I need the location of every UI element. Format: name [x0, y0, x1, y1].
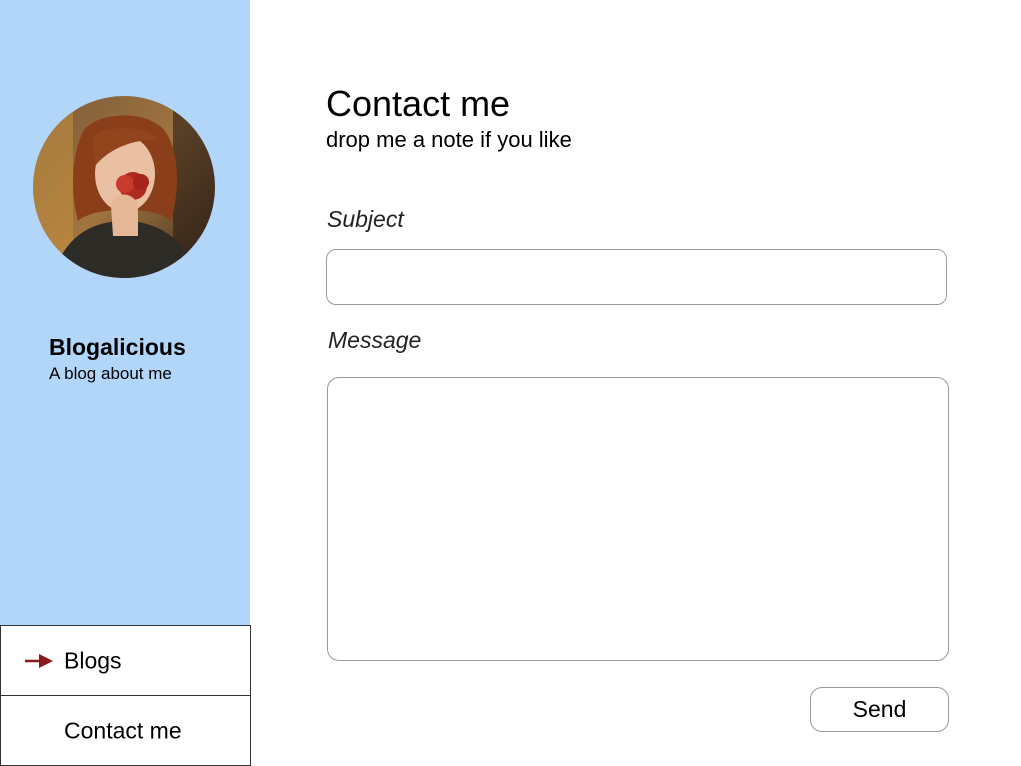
subject-input[interactable]: [326, 249, 947, 305]
avatar: [33, 96, 215, 278]
nav-item-label: Contact me: [64, 717, 182, 743]
message-textarea[interactable]: [327, 377, 949, 661]
message-label: Message: [328, 327, 422, 353]
nav-item-label: Blogs: [64, 647, 122, 673]
brand-tagline: A blog about me: [49, 364, 172, 383]
brand-name: Blogalicious: [49, 334, 186, 360]
arrow-right-icon: [25, 653, 53, 668]
nav-item-blogs[interactable]: Blogs: [0, 625, 251, 696]
nav-item-contact[interactable]: Contact me: [0, 695, 251, 766]
avatar-image: [33, 96, 215, 278]
send-button[interactable]: Send: [810, 687, 949, 732]
page-title: Contact me: [326, 83, 511, 124]
subject-label: Subject: [327, 206, 404, 232]
page-subtitle: drop me a note if you like: [326, 127, 572, 152]
